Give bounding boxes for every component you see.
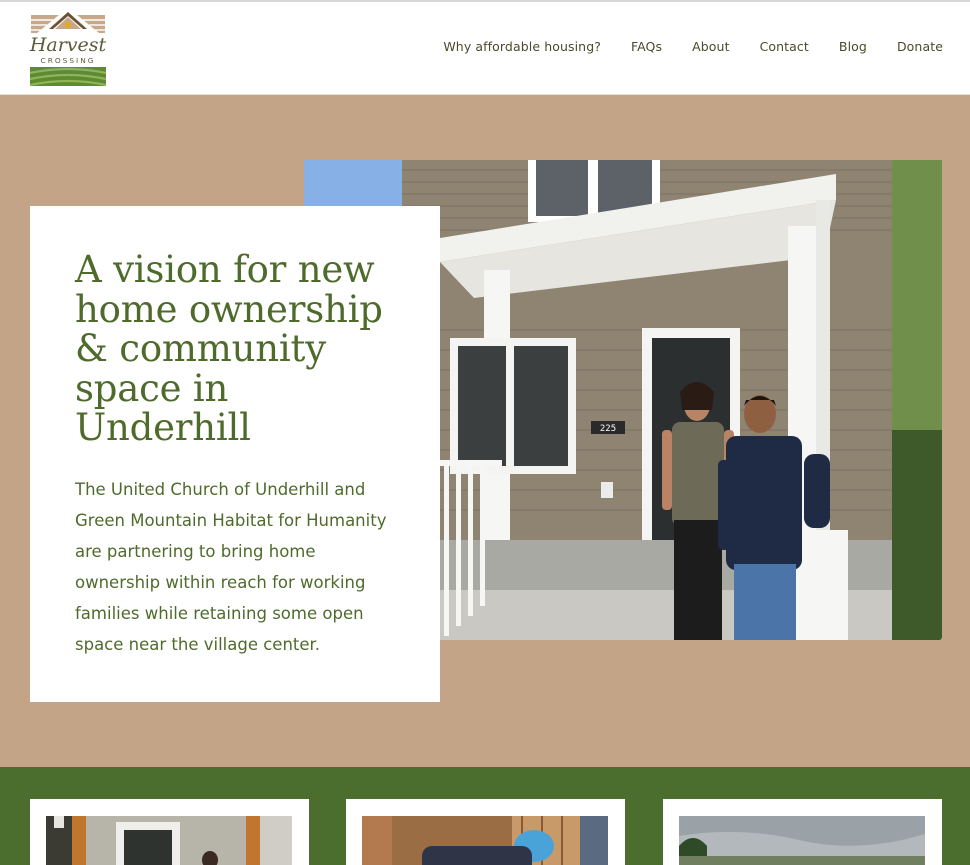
feature-tile-3-image xyxy=(679,816,925,865)
feature-tile-3[interactable] xyxy=(663,799,942,865)
nav-faqs[interactable]: FAQs xyxy=(631,39,662,54)
nav-donate[interactable]: Donate xyxy=(897,39,943,54)
feature-tile-2-image xyxy=(362,816,608,865)
harvest-crossing-logo[interactable]: Harvest CROSSING xyxy=(29,11,107,87)
feature-tile-1-image xyxy=(46,816,292,865)
hero-headline: A vision for new home ownership & commun… xyxy=(75,248,383,449)
site-header: Harvest CROSSING Why affordable housing?… xyxy=(0,2,970,95)
feature-tile-2[interactable] xyxy=(346,799,625,865)
hero-description: The United Church of Underhill and Green… xyxy=(75,479,387,654)
nav-contact[interactable]: Contact xyxy=(760,39,809,54)
svg-text:CROSSING: CROSSING xyxy=(41,56,96,65)
svg-text:225: 225 xyxy=(600,424,616,434)
nav-why-affordable-housing[interactable]: Why affordable housing? xyxy=(443,39,601,54)
nav-about[interactable]: About xyxy=(692,39,729,54)
nav-blog[interactable]: Blog xyxy=(839,39,867,54)
hero-card: A vision for new home ownership & commun… xyxy=(30,206,440,702)
house-roof-logo-icon: Harvest CROSSING xyxy=(29,12,107,87)
feature-tile-1[interactable] xyxy=(30,799,309,865)
svg-text:Harvest: Harvest xyxy=(29,34,107,56)
main-nav: Why affordable housing? FAQs About Conta… xyxy=(443,39,943,54)
